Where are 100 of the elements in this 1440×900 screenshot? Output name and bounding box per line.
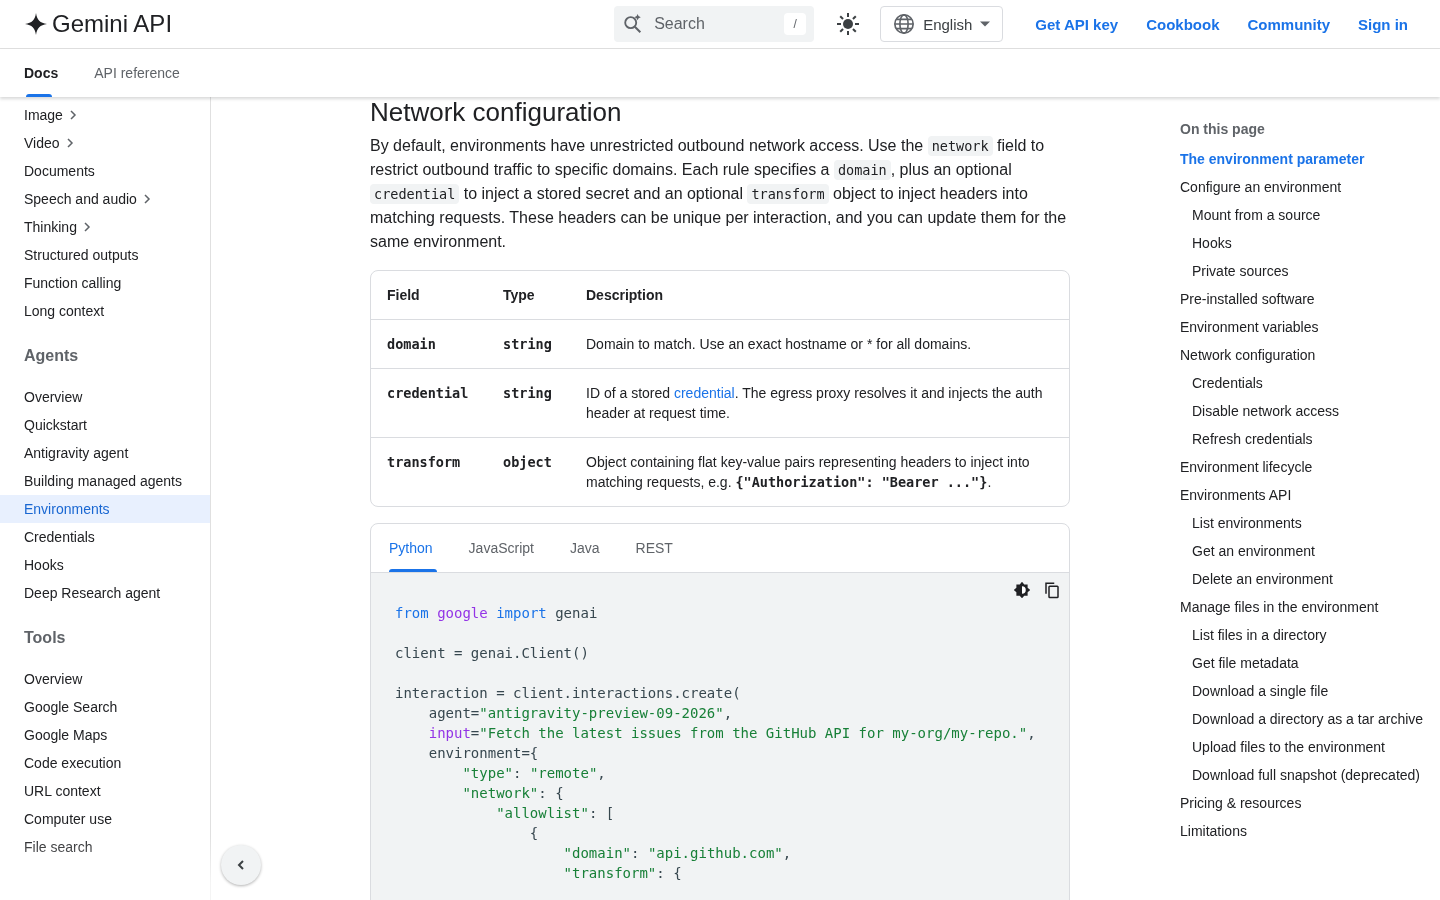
field-cell-text: domain	[387, 335, 437, 354]
toc-link[interactable]: Download full snapshot (deprecated)	[1192, 761, 1440, 789]
globe-icon	[893, 13, 916, 35]
toc-link[interactable]: Download a directory as a tar archive	[1192, 705, 1440, 733]
code-line: environment={	[427, 744, 540, 763]
sidebar-item[interactable]: URL context	[0, 777, 210, 805]
toc-link[interactable]: List files in a directory	[1192, 621, 1440, 649]
toc-link[interactable]: Limitations	[1180, 817, 1440, 845]
toc-link[interactable]: Pre-installed software	[1180, 285, 1440, 313]
sidebar-item[interactable]: Structured outputs	[0, 241, 210, 269]
toc-link[interactable]: Environment lifecycle	[1180, 453, 1440, 481]
toc-link[interactable]: Configure an environment	[1180, 173, 1440, 201]
column-header: Field	[387, 286, 421, 305]
sidebar-heading: Agents	[23, 346, 80, 366]
language-tab[interactable]: Python	[389, 524, 451, 572]
code-line: interaction = client.interactions.create(	[395, 684, 742, 703]
nav-tab[interactable]: API reference	[94, 49, 196, 97]
sidebar-item[interactable]: Credentials	[0, 523, 210, 551]
sidebar-item[interactable]: Quickstart	[0, 411, 210, 439]
language-tab[interactable]: Java	[569, 524, 618, 572]
sidebar-item[interactable]: Code execution	[0, 749, 210, 777]
toc-link[interactable]: Download a single file	[1192, 677, 1440, 705]
chevron-left-icon	[236, 859, 246, 871]
description-cell-text: Object containing flat key-value pairs representing headers to inject into matching requests, e.g. {"Authorization": "Bearer ..."}.	[586, 453, 1031, 492]
type-cell-text: string	[503, 384, 553, 403]
code-line: "type": "remote",	[461, 764, 607, 783]
toc-link[interactable]: Environment variables	[1180, 313, 1440, 341]
header-link[interactable]: Cookbook	[1138, 9, 1228, 39]
copy-icon[interactable]	[1043, 581, 1061, 597]
intro-paragraph: By default, environments have unrestricted outbound network access. Use the network field to restrict outbound traffic to specific domains. Each rule specifies a domain , plus an optional credential to inject a stored secret and an optional transform object to inject headers into matching requests. These headers can be unique per interaction, and you can update them for the same environment.	[370, 135, 1068, 252]
sidebar-item[interactable]: Computer use	[0, 805, 210, 833]
sidebar-item[interactable]: Image	[0, 101, 210, 129]
sidebar-item[interactable]: Google Maps	[0, 721, 210, 749]
sidebar-item[interactable]: Documents	[0, 157, 210, 185]
column-header: Description	[586, 286, 664, 305]
toc-link[interactable]: Disable network access	[1192, 397, 1440, 425]
code-line: "network": {	[461, 784, 565, 803]
toc-link[interactable]: Pricing & resources	[1180, 789, 1440, 817]
sidebar-item[interactable]: Antigravity agent	[0, 439, 210, 467]
field-cell-text: transform	[387, 453, 462, 472]
chevron-icon	[65, 137, 74, 149]
toc-link[interactable]: Mount from a source	[1192, 201, 1440, 229]
sidebar-item[interactable]: Thinking	[0, 213, 210, 241]
chevron-icon	[142, 193, 151, 205]
toc-link[interactable]: The environment parameter	[1180, 145, 1440, 173]
code-line: client = genai.Client()	[395, 644, 590, 663]
sidebar-item[interactable]: Long context	[0, 297, 210, 325]
language-tab[interactable]: REST	[635, 524, 691, 572]
code-line: from google import genai	[395, 604, 599, 623]
toc-link[interactable]: Network configuration	[1180, 341, 1440, 369]
sidebar-item[interactable]: Video	[0, 129, 210, 157]
section-heading: Network configuration	[370, 97, 623, 128]
sidebar-item[interactable]: Environments	[0, 495, 210, 523]
search-box[interactable]: Search /	[614, 6, 815, 42]
code-line: "transform": {	[562, 864, 683, 883]
code-line: "domain": "api.github.com",	[562, 844, 793, 863]
credential-link[interactable]: credential	[673, 385, 735, 401]
language-dropdown[interactable]: English	[880, 6, 1004, 42]
code-line: agent="antigravity-preview-09-2026",	[427, 704, 734, 723]
sidebar-item[interactable]: Overview	[0, 665, 210, 693]
header-link[interactable]: Sign in	[1350, 9, 1416, 39]
shortcut-key: /	[784, 13, 807, 35]
toc-link[interactable]: Upload files to the environment	[1192, 733, 1440, 761]
dark-mode-icon[interactable]	[1013, 581, 1031, 597]
sidebar-item[interactable]: Function calling	[0, 269, 210, 297]
toc-link[interactable]: Manage files in the environment	[1180, 593, 1440, 621]
toc-link[interactable]: List environments	[1192, 509, 1440, 537]
field-cell-text: credential	[387, 384, 470, 403]
toc-link[interactable]: Delete an environment	[1192, 565, 1440, 593]
toc-link[interactable]: Get file metadata	[1192, 649, 1440, 677]
toc-link[interactable]: Environments API	[1180, 481, 1440, 509]
language-tab[interactable]: JavaScript	[468, 524, 552, 572]
sidebar-item[interactable]: Speech and audio	[0, 185, 210, 213]
caret-icon	[980, 21, 991, 27]
chevron-icon	[68, 109, 77, 121]
search-input[interactable]: Search	[652, 14, 777, 34]
nav-tab[interactable]: Docs	[24, 49, 75, 97]
sidebar-item[interactable]: Deep Research agent	[0, 579, 210, 607]
sun-icon	[836, 12, 861, 36]
header-link[interactable]: Get API key	[1027, 9, 1127, 39]
sidebar-item[interactable]: Google Search	[0, 693, 210, 721]
chevron-icon	[82, 221, 91, 233]
sidebar-item[interactable]: Hooks	[0, 551, 210, 579]
toc-link[interactable]: Get an environment	[1192, 537, 1440, 565]
type-cell-text: object	[503, 453, 553, 472]
toc-link[interactable]: Refresh credentials	[1192, 425, 1440, 453]
toc-link[interactable]: Private sources	[1192, 257, 1440, 285]
code-line: {	[528, 824, 540, 843]
sidebar-item[interactable]: File search	[0, 833, 210, 861]
code-line: "allowlist": [	[495, 804, 616, 823]
toc-link[interactable]: Credentials	[1192, 369, 1440, 397]
header-link[interactable]: Community	[1239, 9, 1338, 39]
gemini-api-logo[interactable]: Gemini API	[24, 10, 173, 38]
sidebar-item[interactable]: Overview	[0, 383, 210, 411]
description-cell-text: Domain to match. Use an exact hostname or * for all domains.	[586, 335, 973, 354]
code-line: input="Fetch the latest issues from the GitHub API for my-org/my-repo.",	[427, 724, 1037, 743]
toc-link[interactable]: Hooks	[1192, 229, 1440, 257]
sidebar-item[interactable]: Building managed agents	[0, 467, 210, 495]
column-header: Type	[503, 286, 536, 305]
sidebar-heading: Tools	[23, 628, 67, 648]
